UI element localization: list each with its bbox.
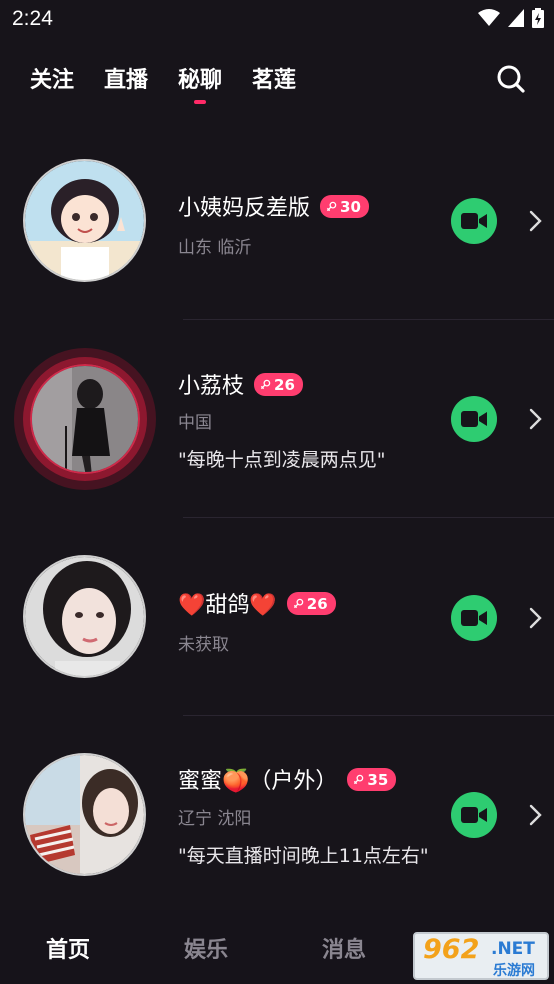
list-item[interactable]: 小姨妈反差版 30 山东 临沂 bbox=[0, 120, 554, 320]
user-location: 辽宁 沈阳 bbox=[178, 809, 252, 829]
nav-home[interactable]: 首页 bbox=[46, 932, 90, 964]
user-name: 蜜蜜🍑（户外） 35 bbox=[178, 763, 397, 795]
user-signature: "每天直播时间晚上11点左右" bbox=[178, 845, 429, 867]
watermark-number: 962 bbox=[423, 934, 480, 965]
video-camera-icon bbox=[461, 807, 487, 823]
search-icon[interactable] bbox=[496, 64, 526, 94]
video-call-button[interactable] bbox=[451, 792, 497, 838]
list-item[interactable]: 蜜蜜🍑（户外） 35 辽宁 沈阳 "每天直播时间晚上11点左右" bbox=[0, 715, 554, 912]
watermark-subtitle: 乐游网 bbox=[493, 963, 535, 979]
list-item[interactable]: 小荔枝 26 中国 "每晚十点到凌晨两点见" bbox=[0, 320, 554, 518]
avatar[interactable] bbox=[23, 753, 146, 876]
user-name: ❤️甜鸽❤️ 26 bbox=[178, 587, 336, 619]
status-icons bbox=[478, 8, 544, 28]
nav-entertainment[interactable]: 娱乐 bbox=[184, 932, 228, 964]
wifi-icon bbox=[478, 9, 500, 26]
female-icon bbox=[293, 598, 304, 609]
watermark-logo: 962 .NET 乐游网 bbox=[413, 932, 549, 980]
user-location: 山东 临沂 bbox=[178, 238, 252, 258]
nav-messages[interactable]: 消息 bbox=[322, 932, 366, 964]
video-call-button[interactable] bbox=[451, 198, 497, 244]
tab-live[interactable]: 直播 bbox=[104, 62, 148, 94]
list-item[interactable]: ❤️甜鸽❤️ 26 未获取 bbox=[0, 517, 554, 716]
user-location: 中国 bbox=[178, 413, 212, 433]
video-camera-icon bbox=[461, 213, 487, 229]
age-badge: 26 bbox=[286, 592, 336, 615]
status-bar: 2:24 bbox=[0, 0, 554, 38]
user-signature: "每晚十点到凌晨两点见" bbox=[178, 449, 386, 471]
video-camera-icon bbox=[461, 610, 487, 626]
watermark-suffix: .NET bbox=[491, 939, 535, 959]
battery-icon bbox=[532, 8, 544, 28]
chevron-right-icon[interactable] bbox=[528, 804, 542, 826]
age-badge: 26 bbox=[254, 373, 303, 396]
avatar[interactable] bbox=[23, 555, 146, 678]
video-call-button[interactable] bbox=[451, 396, 497, 442]
video-call-button[interactable] bbox=[451, 595, 497, 641]
female-icon bbox=[326, 201, 337, 212]
user-name: 小姨妈反差版 30 bbox=[178, 190, 369, 222]
tab-minglian[interactable]: 茗莲 bbox=[252, 62, 296, 94]
female-icon bbox=[260, 379, 271, 390]
chevron-right-icon[interactable] bbox=[528, 607, 542, 629]
signal-icon bbox=[508, 9, 524, 27]
tab-private-chat[interactable]: 秘聊 bbox=[178, 62, 222, 94]
chevron-right-icon[interactable] bbox=[528, 210, 542, 232]
user-name: 小荔枝 26 bbox=[178, 368, 303, 400]
video-camera-icon bbox=[461, 411, 487, 427]
avatar-live[interactable] bbox=[30, 364, 140, 474]
age-badge: 35 bbox=[347, 768, 397, 791]
female-icon bbox=[354, 774, 364, 785]
status-time: 2:24 bbox=[12, 7, 53, 30]
tab-follow[interactable]: 关注 bbox=[30, 62, 74, 94]
chevron-right-icon[interactable] bbox=[528, 408, 542, 430]
user-location: 未获取 bbox=[178, 635, 229, 655]
avatar[interactable] bbox=[23, 159, 146, 282]
age-badge: 30 bbox=[320, 195, 369, 218]
top-tabs: 关注 直播 秘聊 茗莲 bbox=[30, 62, 296, 94]
